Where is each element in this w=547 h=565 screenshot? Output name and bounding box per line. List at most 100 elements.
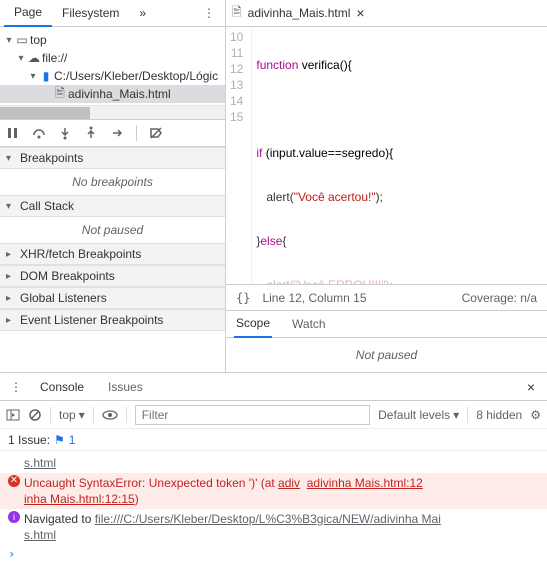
section-callstack[interactable]: ▾Call Stack bbox=[0, 195, 225, 217]
deactivate-bp-icon[interactable] bbox=[147, 124, 165, 142]
kebab-icon[interactable]: ⋮ bbox=[197, 2, 221, 24]
tree-label: file:// bbox=[42, 51, 67, 65]
tree-label: top bbox=[30, 33, 47, 47]
tree-label: adivinha_Mais.html bbox=[68, 87, 171, 101]
flag-icon: ⚑ bbox=[54, 433, 65, 447]
tree-top[interactable]: ▾▭top bbox=[0, 31, 225, 49]
tab-more[interactable]: » bbox=[129, 0, 156, 26]
code-editor[interactable]: 10 11 12 13 14 15 function verifica(){ i… bbox=[226, 27, 547, 284]
log-levels[interactable]: Default levels▾ bbox=[378, 408, 459, 422]
section-title: XHR/fetch Breakpoints bbox=[20, 247, 141, 261]
console-link[interactable]: adiv bbox=[278, 476, 300, 490]
err-text: Uncaught SyntaxError: Unexpected token '… bbox=[24, 476, 278, 490]
tab-scope[interactable]: Scope bbox=[234, 310, 272, 338]
section-title: DOM Breakpoints bbox=[20, 269, 115, 283]
section-global-listeners[interactable]: ▸Global Listeners bbox=[0, 287, 225, 309]
tok: { bbox=[282, 234, 286, 248]
err-text: ) bbox=[135, 492, 139, 506]
line-no: 11 bbox=[230, 45, 243, 61]
section-dom[interactable]: ▸DOM Breakpoints bbox=[0, 265, 225, 287]
tok: function bbox=[256, 58, 298, 72]
console-link[interactable]: inha Mais.html:12:15 bbox=[24, 492, 135, 506]
tab-watch[interactable]: Watch bbox=[290, 311, 328, 337]
console-link[interactable]: s.html bbox=[24, 528, 56, 542]
tab-filesystem[interactable]: Filesystem bbox=[52, 0, 129, 26]
issue-count: 1 Issue: bbox=[8, 433, 50, 447]
tree-file[interactable]: 🖹adivinha_Mais.html bbox=[0, 85, 225, 103]
pause-icon[interactable] bbox=[4, 124, 22, 142]
line-no: 10 bbox=[230, 29, 243, 45]
sources-tabbar: Page Filesystem » ⋮ bbox=[0, 0, 225, 27]
breakpoints-body: No breakpoints bbox=[0, 169, 225, 195]
pretty-print-icon[interactable]: {} bbox=[236, 291, 250, 305]
issue-bar[interactable]: 1 Issue: ⚑ 1 bbox=[0, 429, 547, 451]
tree-label: C:/Users/Kleber/Desktop/Lógic bbox=[54, 69, 218, 83]
console-sidebar-icon[interactable] bbox=[6, 408, 20, 422]
console-link[interactable]: file:///C:/Users/Kleber/Desktop/L%C3%B3g… bbox=[95, 512, 441, 526]
close-tab-icon[interactable]: × bbox=[356, 5, 364, 21]
info-text: Navigated to bbox=[24, 512, 95, 526]
coverage-label[interactable]: Coverage: n/a bbox=[462, 291, 537, 305]
line-no: 15 bbox=[230, 109, 243, 125]
tok: "Você ERROU!!!" bbox=[294, 278, 386, 284]
pause-exceptions-icon[interactable] bbox=[173, 131, 177, 135]
flag-count: 1 bbox=[69, 433, 76, 447]
clear-console-icon[interactable] bbox=[28, 408, 42, 422]
step-out-icon[interactable] bbox=[82, 124, 100, 142]
console-prompt[interactable]: › bbox=[0, 545, 547, 563]
gear-icon[interactable]: ⚙ bbox=[530, 408, 541, 422]
hidden-count[interactable]: 8 hidden bbox=[476, 408, 522, 422]
live-expr-icon[interactable] bbox=[102, 410, 118, 420]
section-title: Event Listener Breakpoints bbox=[20, 313, 163, 327]
tree-hscroll[interactable] bbox=[0, 105, 225, 119]
tok: verifica bbox=[298, 58, 339, 72]
console-info: i Navigated to file:///C:/Users/Kleber/D… bbox=[0, 509, 547, 545]
console-output: s.html ✕ Uncaught SyntaxError: Unexpecte… bbox=[0, 451, 547, 565]
filter-input[interactable] bbox=[135, 405, 370, 425]
step-into-icon[interactable] bbox=[56, 124, 74, 142]
step-over-icon[interactable] bbox=[30, 124, 48, 142]
line-no: 13 bbox=[230, 77, 243, 93]
tok: else bbox=[260, 234, 282, 248]
editor-tabbar: 🖹 adivinha_Mais.html × bbox=[226, 0, 547, 27]
console-filterbar: top▾ Default levels▾ 8 hidden ⚙ bbox=[0, 401, 547, 429]
tok: ); bbox=[386, 278, 393, 284]
editor-status: {} Line 12, Column 15 Coverage: n/a bbox=[226, 284, 547, 310]
tok: (){ bbox=[340, 58, 352, 72]
console-error: ✕ Uncaught SyntaxError: Unexpected token… bbox=[0, 473, 547, 509]
step-icon[interactable] bbox=[108, 124, 126, 142]
section-title: Breakpoints bbox=[20, 151, 83, 165]
file-tree: ▾▭top ▾☁file:// ▾▮C:/Users/Kleber/Deskto… bbox=[0, 27, 225, 105]
tree-file-origin[interactable]: ▾☁file:// bbox=[0, 49, 225, 67]
console-link[interactable]: adivinha Mais.html:12 bbox=[307, 476, 423, 490]
scroll-thumb[interactable] bbox=[0, 107, 90, 119]
tok: alert( bbox=[256, 190, 293, 204]
tok: alert( bbox=[256, 278, 293, 284]
console-line: s.html bbox=[0, 453, 547, 473]
tab-page[interactable]: Page bbox=[4, 0, 52, 27]
drawer-tabbar: ⋮ Console Issues × bbox=[0, 373, 547, 401]
debug-sections: ▾Breakpoints No breakpoints ▾Call Stack … bbox=[0, 147, 225, 372]
editor-tab[interactable]: adivinha_Mais.html bbox=[248, 6, 351, 20]
debug-toolbar bbox=[0, 119, 225, 147]
console-link[interactable]: s.html bbox=[24, 455, 539, 471]
tab-issues[interactable]: Issues bbox=[96, 374, 155, 400]
close-drawer-icon[interactable]: × bbox=[519, 375, 543, 399]
section-breakpoints[interactable]: ▾Breakpoints bbox=[0, 147, 225, 169]
chevron-down-icon: ▾ bbox=[79, 408, 85, 422]
error-icon: ✕ bbox=[8, 475, 20, 487]
kebab-icon[interactable]: ⋮ bbox=[4, 376, 28, 398]
section-xhr[interactable]: ▸XHR/fetch Breakpoints bbox=[0, 243, 225, 265]
levels-label: Default levels bbox=[378, 408, 450, 422]
tab-console[interactable]: Console bbox=[28, 374, 96, 400]
code-body[interactable]: function verifica(){ if (input.value==se… bbox=[252, 27, 397, 284]
line-no: 12 bbox=[230, 61, 243, 77]
cursor-position: Line 12, Column 15 bbox=[262, 291, 366, 305]
line-no: 14 bbox=[230, 93, 243, 109]
context-selector[interactable]: top▾ bbox=[59, 408, 85, 422]
prompt-icon: › bbox=[8, 547, 15, 561]
section-event-listener-bp[interactable]: ▸Event Listener Breakpoints bbox=[0, 309, 225, 331]
scope-watch-tabs: Scope Watch bbox=[226, 310, 547, 338]
tree-folder[interactable]: ▾▮C:/Users/Kleber/Desktop/Lógic bbox=[0, 67, 225, 85]
tok: ); bbox=[376, 190, 383, 204]
